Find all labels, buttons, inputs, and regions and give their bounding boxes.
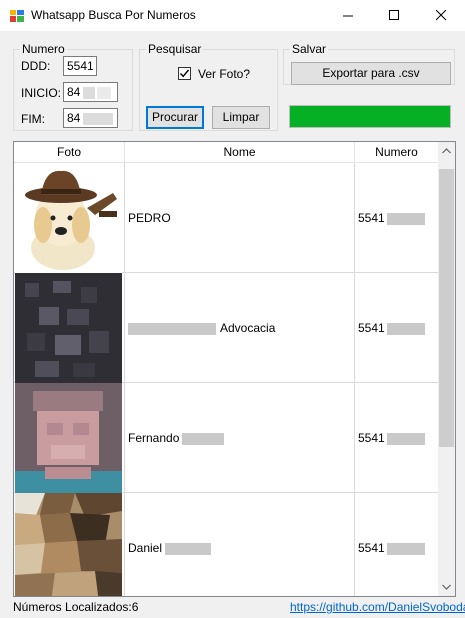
name-cell: PEDRO	[125, 163, 355, 273]
vertical-scrollbar[interactable]	[438, 142, 455, 596]
results-count: Números Localizados:6	[13, 600, 139, 614]
contact-number: 5541	[358, 211, 385, 225]
ver-foto-label[interactable]: Ver Foto?	[198, 67, 250, 81]
pesquisar-legend: Pesquisar	[146, 42, 204, 56]
scroll-up-icon[interactable]	[442, 148, 451, 154]
contact-photo	[15, 163, 122, 273]
numero-legend: Numero	[20, 42, 67, 56]
scroll-down-icon[interactable]	[442, 584, 451, 590]
checkmark-icon	[179, 69, 190, 78]
inicio-input[interactable]: 84	[63, 82, 118, 102]
inicio-label: INICIO:	[21, 86, 62, 100]
table-row[interactable]: Advocacia 5541	[14, 273, 439, 383]
app-icon	[9, 8, 25, 24]
table-row[interactable]: Fernando 5541	[14, 383, 439, 493]
name-cell: Advocacia	[125, 273, 355, 383]
contact-name: Advocacia	[220, 321, 276, 335]
maximize-icon	[389, 10, 399, 20]
contact-photo	[15, 493, 122, 596]
contact-number: 5541	[358, 321, 385, 335]
export-csv-button[interactable]: Exportar para .csv	[291, 62, 451, 85]
close-icon	[436, 10, 447, 21]
inicio-value: 84	[67, 85, 81, 99]
photo-cell	[14, 163, 125, 273]
contact-number: 5541	[358, 541, 385, 555]
photo-cell	[14, 273, 125, 383]
name-cell: Daniel	[125, 493, 355, 596]
progress-fill	[290, 106, 450, 127]
results-grid[interactable]: Foto Nome Numero PEDRO 5541 Advocacia 55…	[13, 141, 456, 597]
limpar-button[interactable]: Limpar	[212, 106, 270, 129]
table-row[interactable]: PEDRO 5541	[14, 163, 439, 273]
title-bar[interactable]: Whatsapp Busca Por Numeros	[0, 0, 465, 31]
table-row[interactable]: Daniel 5541	[14, 493, 439, 596]
number-cell: 5541	[355, 493, 439, 596]
column-header-nome[interactable]: Nome	[125, 142, 355, 163]
column-header-numero[interactable]: Numero	[355, 142, 439, 163]
close-button[interactable]	[419, 0, 465, 31]
ver-foto-checkbox[interactable]	[178, 67, 191, 80]
contact-number: 5541	[358, 431, 385, 445]
number-cell: 5541	[355, 273, 439, 383]
number-cell: 5541	[355, 163, 439, 273]
maximize-button[interactable]	[372, 0, 418, 31]
ddd-input[interactable]: 5541	[63, 56, 97, 76]
contact-name: Daniel	[128, 541, 163, 555]
fim-value: 84	[67, 111, 81, 125]
photo-cell	[14, 383, 125, 493]
procurar-button[interactable]: Procurar	[146, 106, 204, 129]
name-cell: Fernando	[125, 383, 355, 493]
minimize-button[interactable]	[326, 0, 372, 31]
number-cell: 5541	[355, 383, 439, 493]
contact-photo	[15, 383, 122, 493]
window-title: Whatsapp Busca Por Numeros	[31, 8, 196, 22]
github-link[interactable]: https://github.com/DanielSvoboda	[290, 600, 465, 614]
contact-photo	[15, 273, 122, 383]
salvar-legend: Salvar	[290, 42, 329, 56]
contact-name: PEDRO	[128, 211, 171, 225]
column-header-foto[interactable]: Foto	[14, 142, 125, 163]
ddd-label: DDD:	[21, 59, 51, 73]
progress-bar	[289, 105, 451, 128]
contact-name: Fernando	[128, 431, 180, 445]
fim-label: FIM:	[21, 112, 45, 126]
ddd-value: 5541	[67, 59, 94, 73]
photo-cell	[14, 493, 125, 596]
scrollbar-thumb[interactable]	[439, 169, 454, 447]
fim-input[interactable]: 84	[63, 108, 118, 128]
minimize-icon	[343, 15, 353, 17]
